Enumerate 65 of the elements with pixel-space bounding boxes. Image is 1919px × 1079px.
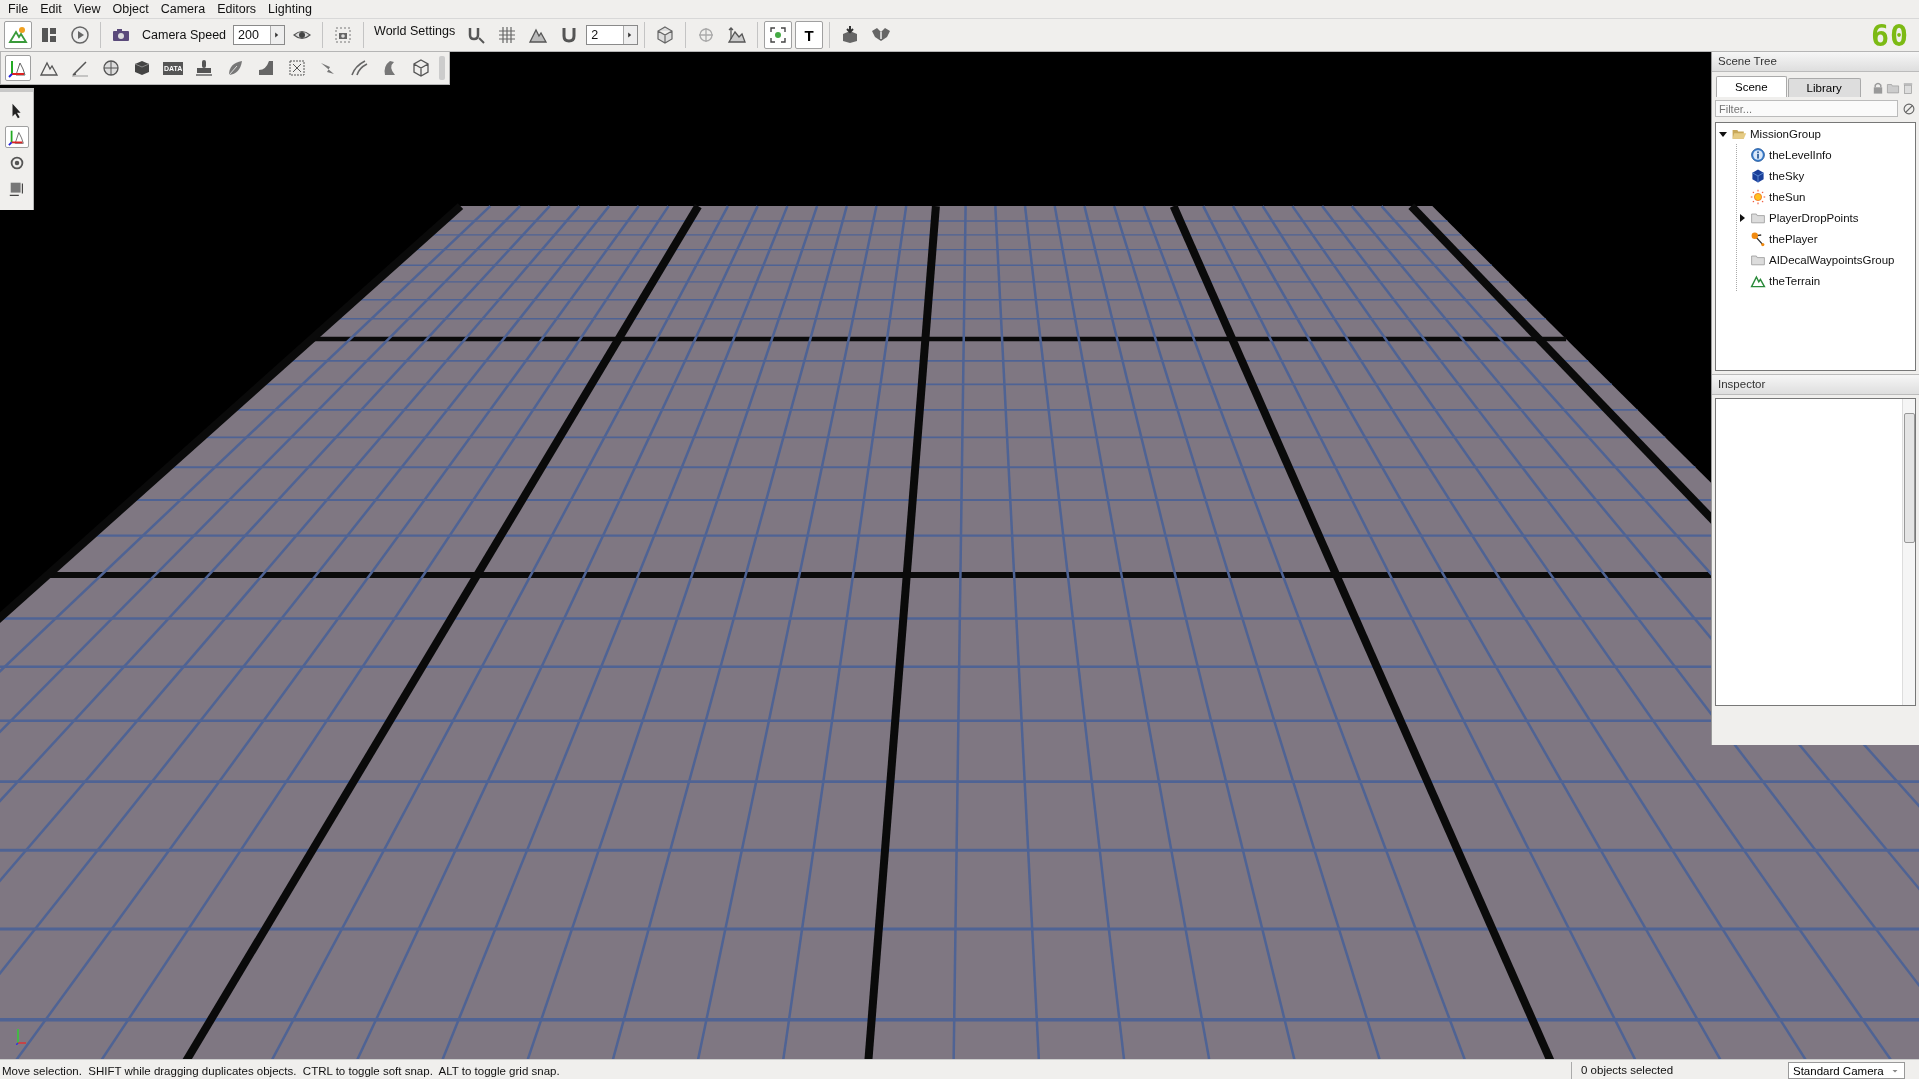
tab[interactable]: Library [1787, 78, 1861, 97]
menu-item[interactable]: Object [106, 0, 155, 18]
toolbar-label: Camera Speed [141, 28, 228, 42]
tree-item[interactable]: PlayerDropPoints [1769, 211, 1859, 224]
info-icon [1750, 146, 1766, 163]
spawn-marker-icon [1750, 230, 1766, 247]
magnet-wrench-icon [466, 25, 487, 45]
number-field[interactable]: 2 [586, 25, 639, 45]
menu-item[interactable]: Editors [211, 0, 263, 18]
move-tool-button[interactable] [4, 126, 29, 148]
sky-cube-icon [1750, 167, 1766, 184]
scale-icon [7, 180, 26, 198]
selection-count: 0 objects selected [1571, 1062, 1781, 1079]
lock-icon [1871, 81, 1885, 95]
tree-item[interactable]: thePlayer [1769, 232, 1818, 245]
scrollbar[interactable] [1902, 399, 1915, 705]
expander-icon[interactable] [1719, 129, 1727, 138]
expander-icon[interactable] [1738, 213, 1746, 222]
menu-item[interactable]: Edit [34, 0, 68, 18]
world-editor-button[interactable] [4, 21, 32, 49]
pen-icon [70, 58, 90, 78]
target-box-icon [768, 25, 789, 45]
selection-box-icon [287, 58, 308, 78]
palette-tool-button[interactable] [5, 55, 31, 81]
panel-title: Inspector [1712, 374, 1919, 395]
play-icon [70, 25, 90, 45]
globe-icon [101, 58, 121, 78]
number-field[interactable]: 200 [233, 25, 286, 45]
menu-item[interactable]: Camera [154, 0, 212, 18]
cube-icon [655, 25, 676, 45]
menu-item[interactable]: Lighting [262, 0, 318, 18]
menu-item[interactable]: File [2, 0, 35, 18]
camera-dropdown[interactable]: Standard Camera [1788, 1062, 1905, 1079]
panel-title: Scene Tree [1712, 52, 1919, 72]
status-message: Move selection. SHIFT while dragging duplicates objects. CTRL to toggle soft snap. ALT to toggle grid snap. [1, 1064, 561, 1077]
camera-frame-icon [333, 25, 354, 45]
collapse-handle[interactable] [439, 56, 446, 80]
road-icon [349, 58, 370, 78]
snap-target-button[interactable] [764, 21, 793, 49]
fps-counter: 60 [1870, 17, 1909, 53]
filter-field[interactable]: Filter... [1715, 100, 1898, 117]
solid-cube-icon [132, 58, 152, 78]
text-button[interactable]: T [795, 21, 824, 49]
mountain-sun-icon [8, 25, 28, 45]
axis-gizmo-icon [16, 1029, 26, 1045]
axis-mountain-icon [8, 58, 28, 78]
tree-item[interactable]: theTerrain [1769, 274, 1821, 287]
menu-item[interactable]: View [67, 0, 107, 18]
clear-icon [1902, 101, 1916, 116]
wire-cube-icon [411, 58, 432, 78]
trash-icon [1901, 81, 1915, 95]
tree-item[interactable]: AIDecalWaypointsGroup [1769, 253, 1895, 266]
axis-mountain-icon [7, 128, 26, 146]
toolbar-label: World Settings [373, 24, 457, 38]
tree-item[interactable]: theLevelInfo [1769, 148, 1832, 161]
terrain-arrow-icon [727, 25, 748, 45]
folder-icon [1886, 81, 1900, 95]
panels-icon [39, 25, 59, 45]
tab[interactable]: Scene [1716, 76, 1787, 97]
tree-item[interactable]: theSky [1769, 169, 1805, 182]
tree-item[interactable]: theSun [1769, 190, 1806, 203]
tree-item[interactable]: MissionGroup [1750, 127, 1821, 140]
stamp-icon [194, 58, 215, 78]
sun-icon [1750, 188, 1766, 205]
grid-icon [497, 25, 518, 45]
